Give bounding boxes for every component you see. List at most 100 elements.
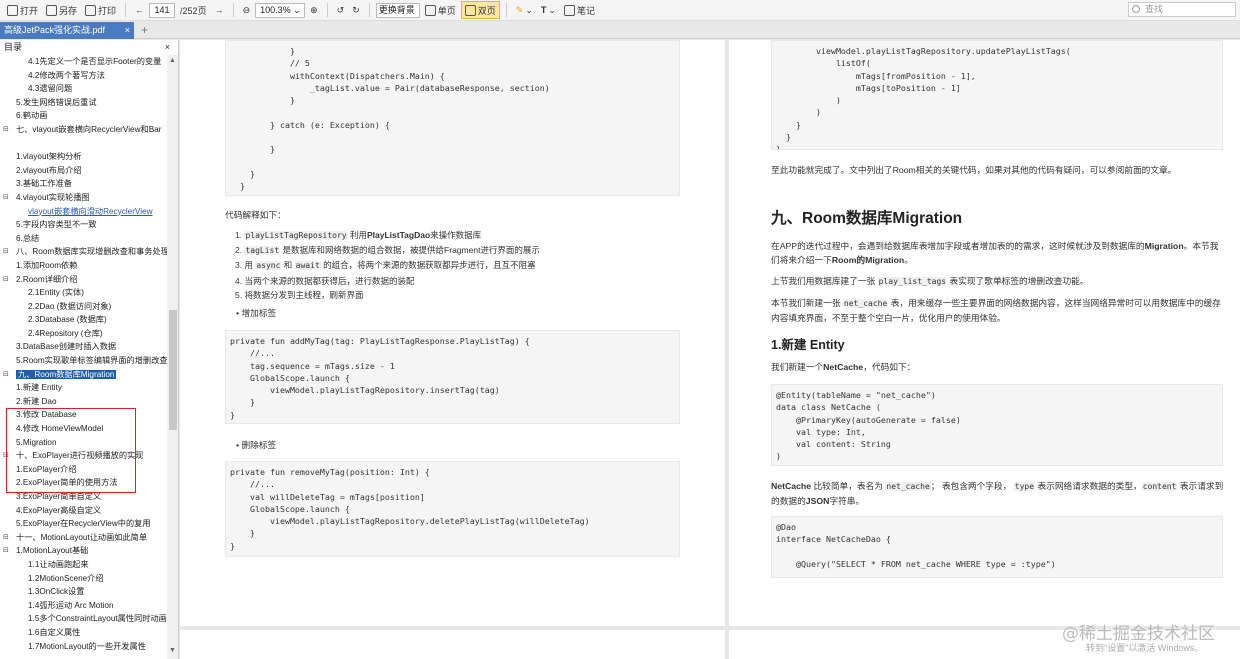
toc-item[interactable]: 1.添加Room依赖 xyxy=(0,259,167,273)
collapse-toggle-icon[interactable]: ⊟ xyxy=(3,544,9,558)
toc-item[interactable]: 5.发生网络错误后重试 xyxy=(0,96,167,110)
ordered-list: 1. playListTagRepository 利用PlayListTagDa… xyxy=(235,228,715,302)
rotate-right-button[interactable]: ↻ xyxy=(349,1,363,19)
open-button[interactable]: 打开 xyxy=(4,1,41,19)
toc-item[interactable]: ⊟ 十、ExoPlayer进行视频播放的实现 xyxy=(0,449,167,463)
zoom-select[interactable]: 100.3% ⌄ xyxy=(255,2,306,18)
list-text: 5. xyxy=(235,289,243,300)
paragraph: 在APP的迭代过程中，会遇到给数据库表增加字段或者增加表的的需求，这时候就涉及到… xyxy=(771,241,1219,265)
collapse-toggle-icon[interactable]: ⊟ xyxy=(3,531,9,545)
toc-item[interactable]: 4.2修改两个著写方法 xyxy=(0,69,167,83)
toc-item[interactable]: 1.6自定义属性 xyxy=(0,626,167,640)
toc-item[interactable]: ⊟ 2.Room详细介绍 xyxy=(0,273,167,287)
highlight-button[interactable]: ✎ ⌄ xyxy=(513,1,536,19)
toc-item[interactable]: 3.ExoPlayer简单自定义 xyxy=(0,490,167,504)
collapse-toggle-icon[interactable]: ⊟ xyxy=(3,245,9,259)
toc-item[interactable]: vlayout嵌套横向滑动RecyclerView xyxy=(0,205,167,219)
toc-item-label: 6.总结 xyxy=(16,233,40,243)
toc-item[interactable]: 1.3OnClick设置 xyxy=(0,585,167,599)
toc-item[interactable]: 4.1先定义一个是否显示Footer的变量 xyxy=(0,55,167,69)
list-text: 当两个来源的数据都获得后，进行数据的装配 xyxy=(244,275,415,286)
zoom-in-button[interactable]: ⊕ xyxy=(307,1,321,19)
code-block: @Entity(tableName = "net_cache") data cl… xyxy=(771,384,1223,466)
toc-item[interactable]: 4.ExoPlayer高级自定义 xyxy=(0,504,167,518)
toc-item[interactable]: 1.7MotionLayout的一些开发属性 xyxy=(0,640,167,654)
print-button[interactable]: 打印 xyxy=(82,1,119,19)
toc-item[interactable]: 2.4Repository (仓库) xyxy=(0,327,167,341)
toc-item-label: 七、vlayout嵌套横向RecyclerView和Bar xyxy=(16,124,162,134)
list-text: 4. xyxy=(235,275,243,286)
toc-item[interactable]: 1.新建 Entity xyxy=(0,381,167,395)
prev-page-button[interactable]: ← xyxy=(132,1,147,19)
code-block: viewModel.playListTagRepository.updatePl… xyxy=(771,40,1223,150)
toc-item[interactable] xyxy=(0,137,167,151)
double-page-icon xyxy=(464,4,476,16)
next-page-button[interactable]: → xyxy=(212,1,227,19)
rotate-left-button[interactable]: ↺ xyxy=(334,1,348,19)
list-text: 是数据库和网络数据的组合数据，被提供给Fragment进行界面的展示 xyxy=(280,245,540,256)
toc-item[interactable]: 2.ExoPlayer简单的使用方法 xyxy=(0,476,167,490)
toc-item[interactable]: 3.基础工作准备 xyxy=(0,177,167,191)
toc-item-label: 2.4Repository (仓库) xyxy=(28,328,103,338)
toc-item[interactable]: ⊟ 十一、MotionLayout让动画如此简单 xyxy=(0,531,167,545)
code-block: @Dao interface NetCacheDao { @Query("SEL… xyxy=(771,516,1223,578)
notes-button[interactable]: 笔记 xyxy=(561,1,598,19)
toc-item[interactable]: ⊟ 4.vlayout实现轮播图 xyxy=(0,191,167,205)
scroll-up-icon[interactable]: ▲ xyxy=(169,57,176,64)
search-input[interactable]: 查找 xyxy=(1128,2,1236,17)
toc-item[interactable]: 1.vlayout架构分析 xyxy=(0,150,167,164)
collapse-toggle-icon[interactable]: ⊟ xyxy=(3,449,9,463)
toc-item[interactable]: 3.修改 Database xyxy=(0,408,167,422)
toc-item[interactable]: 5.ExoPlayer在RecyclerView中的复用 xyxy=(0,517,167,531)
close-icon[interactable]: × xyxy=(165,40,170,54)
toc-item[interactable]: 1.1让动画跑起来 xyxy=(0,558,167,572)
toc-item[interactable]: 4.修改 HomeViewModel xyxy=(0,422,167,436)
toc-item[interactable]: ⊟ 1.MotionLayout基础 xyxy=(0,544,167,558)
collapse-toggle-icon[interactable]: ⊟ xyxy=(3,123,9,137)
toc-item[interactable]: 2.vlayout布局介绍 xyxy=(0,164,167,178)
list-text: 用 xyxy=(244,260,256,271)
toc-item[interactable]: 2.2Dao (数据访问对象) xyxy=(0,300,167,314)
divider xyxy=(368,3,370,17)
toc-item[interactable]: 1.5多个ConstraintLayout属性同时动画 xyxy=(0,612,167,626)
close-icon[interactable]: × xyxy=(125,22,130,39)
document-tab[interactable]: 高级JetPack强化实战.pdf × xyxy=(0,22,134,39)
toc-item[interactable]: 2.1Entity (实体) xyxy=(0,286,167,300)
toc-item[interactable]: ⊟ 七、vlayout嵌套横向RecyclerView和Bar xyxy=(0,123,167,137)
list-text: 和 xyxy=(281,260,295,271)
toc-item[interactable]: 5.Room实现歌单标签编辑界面的增删改查 xyxy=(0,354,167,368)
toc-item[interactable]: 1.2MotionScene介绍 xyxy=(0,572,167,586)
toc-item[interactable]: 5.字段内容类型不一致 xyxy=(0,218,167,232)
scroll-down-icon[interactable]: ▼ xyxy=(169,647,176,654)
collapse-toggle-icon[interactable]: ⊟ xyxy=(3,273,9,287)
toc-item[interactable]: 6.鹤动画 xyxy=(0,109,167,123)
sidebar-scrollbar[interactable]: ▲ ▼ xyxy=(167,55,178,659)
highlighter-icon: ✎ xyxy=(515,4,524,15)
toc-item[interactable]: ⊟ 八、Room数据库实现增删改查和事务处理 xyxy=(0,245,167,259)
page-number-input[interactable]: 141 xyxy=(149,2,176,18)
toc-item[interactable]: 1.ExoPlayer介绍 xyxy=(0,463,167,477)
toc-item[interactable]: ⊟ 九、Room数据库Migration xyxy=(0,368,167,382)
collapse-toggle-icon[interactable]: ⊟ xyxy=(3,368,9,382)
toc-item[interactable]: 3.DataBase创建时插入数据 xyxy=(0,340,167,354)
single-page-button[interactable]: 单页 xyxy=(422,1,459,19)
double-page-button[interactable]: 双页 xyxy=(460,1,500,19)
toc-item[interactable]: 6.总结 xyxy=(0,232,167,246)
toc-item[interactable]: 5.Migration xyxy=(0,436,167,450)
scroll-thumb[interactable] xyxy=(169,310,177,430)
save-as-button[interactable]: 另存 xyxy=(43,1,80,19)
single-page-icon xyxy=(424,4,436,16)
toc-item[interactable]: 4.3遗留问题 xyxy=(0,82,167,96)
background-select[interactable]: 更换背景 ⌄ xyxy=(375,2,420,28)
text-button[interactable]: T ⌄ xyxy=(538,1,559,19)
toc-item[interactable]: 1.4弧形运动 Arc Motion xyxy=(0,599,167,613)
toc-item[interactable]: 2.新建 Dao xyxy=(0,395,167,409)
list-item: • 删除标签 xyxy=(236,440,277,450)
zoom-out-button[interactable]: ⊖ xyxy=(240,1,254,19)
toc-item-label: 4.3遗留问题 xyxy=(28,84,73,94)
list-item: 4. 当两个来源的数据都获得后，进行数据的装配 xyxy=(235,274,715,288)
new-tab-button[interactable]: + xyxy=(141,22,148,39)
list-item: • 增加标签 xyxy=(236,308,277,318)
toc-item[interactable]: 2.3Database (数据库) xyxy=(0,313,167,327)
collapse-toggle-icon[interactable]: ⊟ xyxy=(3,191,9,205)
